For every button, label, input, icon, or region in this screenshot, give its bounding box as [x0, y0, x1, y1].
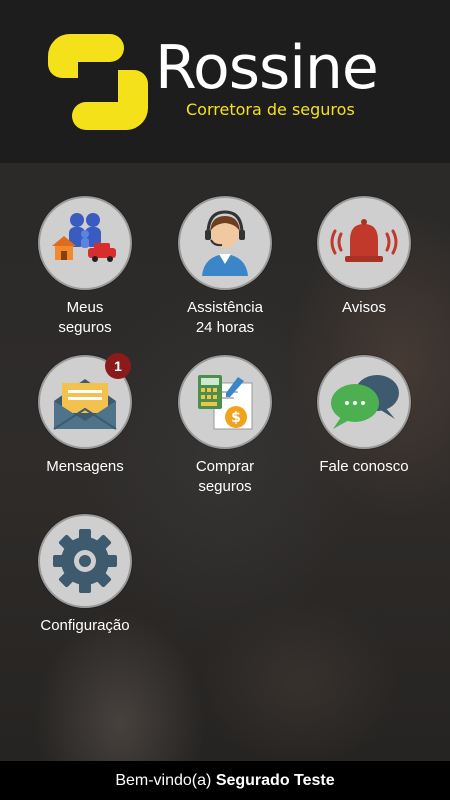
user-name: Segurado Teste — [215, 772, 335, 789]
welcome-greeting: Bem-vindo(a) — [115, 772, 216, 789]
menu-item-label: Meus seguros — [58, 299, 112, 336]
menu-item-assistencia[interactable]: Assistência 24 horas — [165, 196, 285, 338]
menu-item-circle — [317, 355, 411, 449]
menu-item-fale-conosco[interactable]: Fale conosco — [304, 355, 424, 477]
welcome-footer: Bem-vindo(a) Segurado Teste — [0, 761, 450, 800]
menu-item-circle — [38, 196, 132, 290]
family-house-car-icon — [52, 213, 116, 262]
menu-item-comprar-seguros[interactable]: $ Comprar seguros — [165, 355, 285, 497]
unread-count-badge: 1 — [105, 353, 131, 379]
app-header: Rossine Corretora de seguros — [0, 0, 450, 163]
menu-item-label: Configuração — [40, 617, 130, 634]
chat-bubbles-icon — [331, 375, 399, 429]
menu-item-circle — [38, 514, 132, 608]
calculator-document-icon: $ — [198, 375, 253, 430]
menu-item-avisos[interactable]: Avisos — [304, 196, 424, 318]
menu-item-label: Avisos — [342, 299, 386, 316]
menu-item-label: Mensagens — [46, 458, 124, 475]
menu-item-label: Assistência 24 horas — [187, 299, 263, 336]
alarm-bell-icon — [330, 219, 398, 262]
rossine-logo-icon — [48, 34, 148, 130]
menu-item-circle: $ — [178, 355, 272, 449]
menu-item-configuracao[interactable]: Configuração — [25, 514, 145, 636]
menu-item-label: Comprar seguros — [195, 458, 255, 495]
menu-item-label: Fale conosco — [319, 458, 409, 475]
headset-operator-icon — [202, 210, 248, 276]
brand-tagline: Corretora de seguros — [186, 100, 355, 119]
menu-item-circle — [317, 196, 411, 290]
menu-item-mensagens[interactable]: 1 Mensagens — [25, 353, 145, 477]
gear-icon — [53, 529, 117, 593]
svg-text:$: $ — [231, 410, 241, 426]
brand-name: Rossine — [155, 33, 379, 103]
menu-item-meus-seguros[interactable]: Meus seguros — [25, 196, 145, 338]
menu-item-circle — [178, 196, 272, 290]
